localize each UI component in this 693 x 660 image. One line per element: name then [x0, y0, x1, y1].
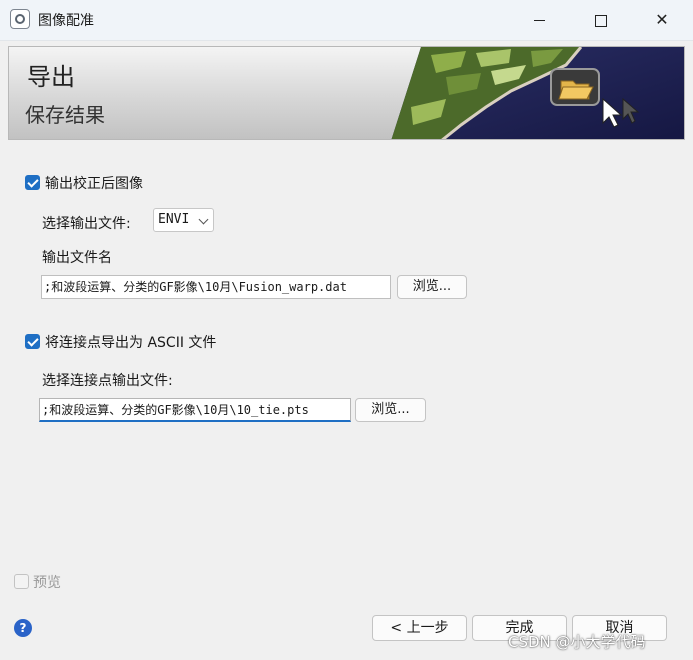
back-button[interactable]: < 上一步	[372, 615, 467, 641]
export-image-checkbox[interactable]	[25, 175, 40, 190]
output-format-select[interactable]: ENVI	[153, 208, 214, 232]
export-tiepoints-checkbox[interactable]	[25, 334, 40, 349]
tiepoints-file-input[interactable]: ;和波段运算、分类的GF影像\10月\10_tie.pts	[39, 398, 351, 422]
satellite-folder-graphic	[391, 47, 684, 139]
output-filename-value: ;和波段运算、分类的GF影像\10月\Fusion_warp.dat	[44, 280, 347, 294]
output-format-label: 选择输出文件:	[42, 216, 131, 232]
close-icon: ✕	[655, 10, 669, 29]
export-tiepoints-label[interactable]: 将连接点导出为 ASCII 文件	[45, 332, 216, 352]
browse-tiepoints-button[interactable]: 浏览...	[355, 398, 426, 422]
help-icon[interactable]: ?	[14, 619, 32, 637]
minimize-icon	[533, 20, 545, 21]
output-filename-input[interactable]: ;和波段运算、分类的GF影像\10月\Fusion_warp.dat	[41, 275, 391, 299]
maximize-button[interactable]	[570, 0, 632, 40]
banner-subtitle: 保存结果	[25, 103, 105, 127]
output-filename-label: 输出文件名	[42, 250, 112, 266]
tiepoints-file-label: 选择连接点输出文件:	[42, 373, 173, 389]
export-image-label[interactable]: 输出校正后图像	[45, 173, 143, 193]
finish-button[interactable]: 完成	[472, 615, 567, 641]
cancel-button[interactable]: 取消	[572, 615, 667, 641]
browse-output-button[interactable]: 浏览...	[397, 275, 467, 299]
maximize-icon	[595, 14, 607, 27]
close-button[interactable]: ✕	[631, 0, 693, 40]
tiepoints-file-value: ;和波段运算、分类的GF影像\10月\10_tie.pts	[42, 403, 309, 417]
preview-label: 预览	[33, 575, 61, 591]
window-title: 图像配准	[38, 13, 94, 29]
title-bar: 图像配准 ✕	[0, 0, 693, 41]
preview-checkbox[interactable]	[14, 574, 29, 589]
chevron-down-icon	[198, 214, 209, 225]
output-format-value: ENVI	[158, 212, 190, 227]
minimize-button[interactable]	[508, 0, 570, 40]
wizard-banner: 导出 保存结果	[8, 46, 685, 140]
banner-title: 导出	[27, 63, 75, 91]
app-icon	[10, 9, 30, 29]
